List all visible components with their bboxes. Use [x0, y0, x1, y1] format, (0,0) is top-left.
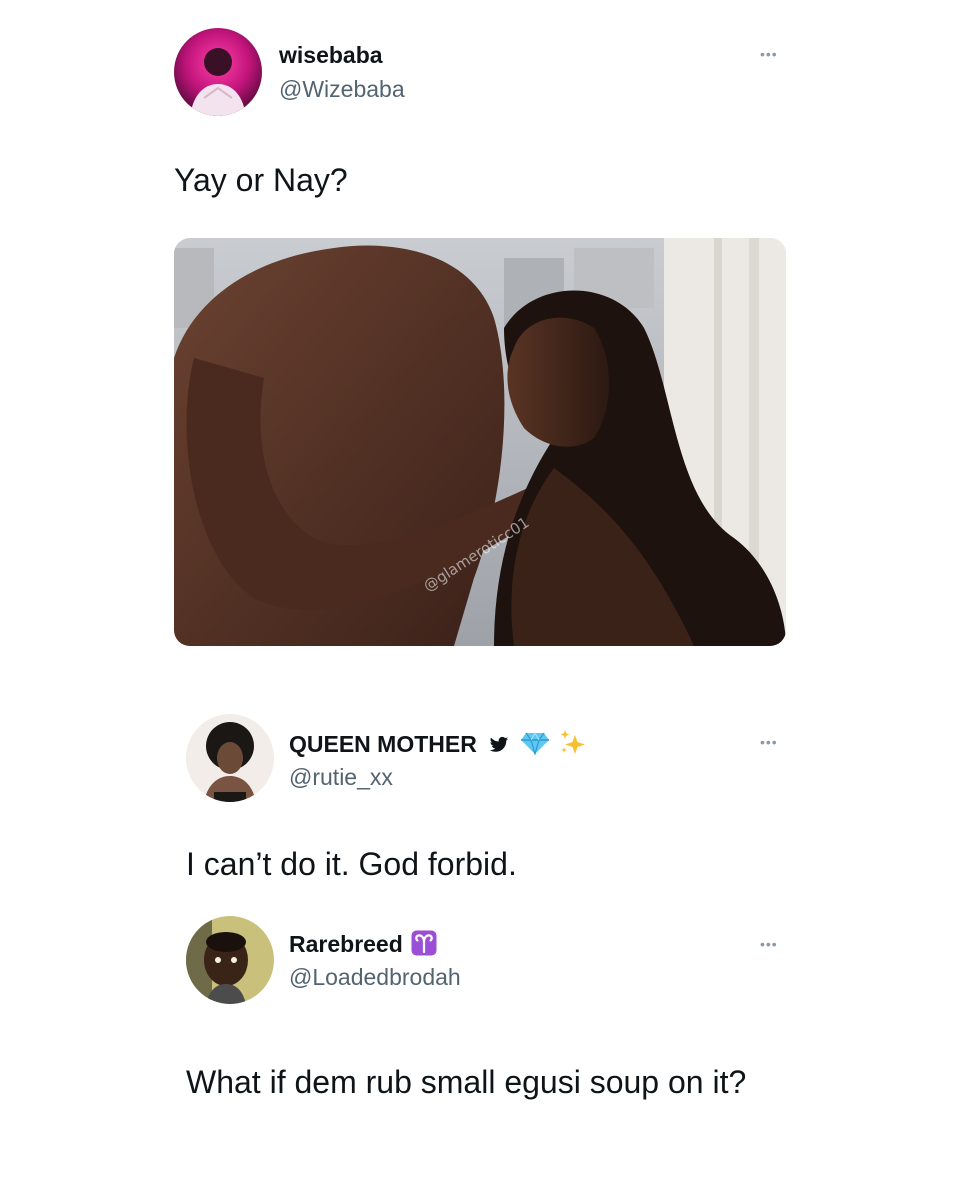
more-dots-icon[interactable]: ••• — [760, 46, 778, 62]
display-name[interactable]: QUEEN MOTHER — [289, 729, 588, 763]
reply-tweet-2: Rarebreed @Loadedbrodah ••• What if dem … — [0, 910, 972, 1200]
aries-icon — [411, 930, 437, 962]
more-dots-icon[interactable]: ••• — [760, 734, 778, 750]
handle[interactable]: @rutie_xx — [289, 764, 393, 791]
gem-icon — [520, 731, 550, 761]
reply-tweet-1: QUEEN MOTHER @rutie_xx ••• I can’t do it… — [0, 700, 972, 910]
main-tweet: wisebaba @Wizebaba ••• Yay or Nay? @glam… — [0, 0, 972, 700]
display-name[interactable]: Rarebreed — [289, 930, 437, 962]
avatar-rarebreed[interactable] — [186, 916, 274, 1004]
tweet-media-image[interactable] — [174, 238, 786, 646]
display-name-text: QUEEN MOTHER — [289, 731, 477, 758]
twitter-bird-icon — [489, 733, 509, 760]
display-name-text: Rarebreed — [289, 931, 403, 958]
avatar-queen-mother[interactable] — [186, 714, 274, 802]
tweet-text: Yay or Nay? — [174, 162, 348, 198]
tweet-text: I can’t do it. God forbid. — [186, 846, 517, 882]
handle[interactable]: @Wizebaba — [279, 76, 405, 103]
tweet-text: What if dem rub small egusi soup on it? — [186, 1064, 747, 1100]
display-name[interactable]: wisebaba — [279, 42, 383, 69]
avatar-wisebaba[interactable] — [174, 28, 262, 116]
sparkles-icon — [558, 729, 588, 763]
handle[interactable]: @Loadedbrodah — [289, 964, 461, 991]
more-dots-icon[interactable]: ••• — [760, 936, 778, 952]
photo-illustration — [174, 238, 786, 646]
